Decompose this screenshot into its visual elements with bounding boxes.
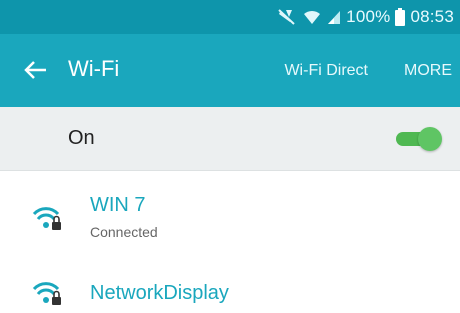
- more-button[interactable]: MORE: [404, 62, 452, 80]
- network-status: Connected: [90, 224, 158, 240]
- battery-icon: [395, 8, 406, 26]
- status-bar: 100% 08:53: [0, 0, 460, 34]
- back-button[interactable]: [22, 58, 50, 82]
- wifi-switch[interactable]: [396, 127, 442, 151]
- app-bar: Wi-Fi Wi-Fi Direct MORE: [0, 34, 460, 107]
- wifi-direct-button[interactable]: Wi-Fi Direct: [284, 62, 368, 80]
- toggle-label: On: [68, 127, 95, 149]
- wifi-signal-icon: [302, 8, 322, 26]
- network-item-networkdisplay[interactable]: NetworkDisplay: [0, 270, 460, 310]
- cell-signal-icon: [327, 9, 341, 25]
- status-icons: 100% 08:53: [277, 6, 454, 28]
- switch-thumb: [418, 127, 442, 151]
- battery-percent: 100%: [346, 7, 391, 26]
- status-time: 08:53: [410, 7, 454, 26]
- network-item-win7[interactable]: WIN 7 Connected: [0, 185, 460, 250]
- network-name: NetworkDisplay: [90, 282, 229, 304]
- network-name: WIN 7: [90, 194, 146, 216]
- wifi-lock-icon: [32, 205, 64, 233]
- page-title: Wi-Fi: [68, 56, 120, 81]
- wifi-lock-icon: [32, 280, 64, 308]
- wifi-toggle-row[interactable]: On: [0, 107, 460, 171]
- mute-icon: [277, 8, 297, 26]
- arrow-left-icon: [24, 61, 46, 79]
